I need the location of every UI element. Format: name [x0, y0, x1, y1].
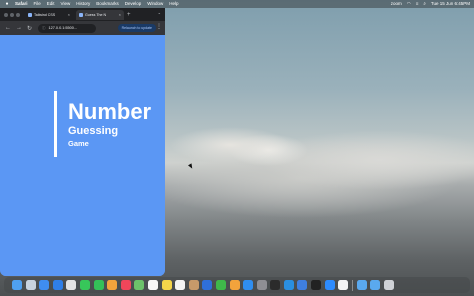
launchpad-icon[interactable] — [25, 280, 36, 290]
close-window-button[interactable] — [4, 12, 8, 17]
settings-icon[interactable] — [256, 280, 267, 290]
title-accent-bar — [54, 91, 57, 157]
minimize-window-button[interactable] — [10, 12, 14, 17]
notion-icon[interactable] — [338, 280, 349, 290]
github-icon[interactable] — [311, 280, 322, 290]
chrome-icon[interactable] — [66, 280, 77, 290]
music-icon[interactable] — [120, 280, 131, 290]
menu-history[interactable]: History — [76, 0, 90, 8]
messages-icon[interactable] — [79, 280, 90, 290]
menu-bookmarks[interactable]: Bookmarks — [96, 0, 119, 8]
window-controls — [4, 12, 22, 17]
trash-icon[interactable] — [384, 280, 395, 290]
reminders-icon[interactable] — [175, 280, 186, 290]
tab-list-chevron-icon[interactable]: ⌄ — [158, 10, 161, 15]
menu-develop[interactable]: Develop — [125, 0, 142, 8]
mail-icon[interactable] — [39, 280, 50, 290]
contacts-icon[interactable] — [188, 280, 199, 290]
folder-icon[interactable] — [356, 280, 367, 290]
dock — [4, 277, 470, 293]
new-tab-button[interactable]: + — [127, 12, 131, 18]
maps-icon[interactable] — [134, 280, 145, 290]
menu-help[interactable]: Help — [169, 0, 178, 8]
menu-view[interactable]: View — [61, 0, 71, 8]
reload-icon[interactable]: ↻ — [27, 25, 32, 32]
vscode-icon[interactable] — [283, 280, 294, 290]
zoom-icon[interactable] — [324, 280, 335, 290]
keynote-icon[interactable] — [202, 280, 213, 290]
browser-toolbar: ← → ↻ ⓘ 127.0.0.1:5500... Relaunch to up… — [0, 21, 165, 35]
tab-label: Guess The N — [85, 12, 107, 17]
menu-window[interactable]: Window — [147, 0, 163, 8]
forward-arrow-icon[interactable]: → — [16, 25, 22, 31]
tab-tailwind[interactable]: Tailwind CSS × — [25, 10, 73, 20]
apple-icon[interactable]: ● — [4, 0, 10, 8]
facetime-icon[interactable] — [93, 280, 104, 290]
page-subtitle: Guessing — [68, 125, 119, 137]
menu-bar: ● Safari File Edit View History Bookmark… — [0, 0, 474, 8]
finder-icon[interactable] — [12, 280, 22, 290]
tab-guess-game[interactable]: Guess The N × — [76, 9, 124, 20]
page-subtitle-2: Game — [68, 139, 89, 148]
wifi-icon[interactable]: ◠ — [407, 0, 411, 8]
page-favicon-icon — [79, 12, 83, 17]
zoom-status-label[interactable]: zoom — [391, 0, 402, 8]
numbers-icon[interactable] — [215, 280, 226, 290]
menu-edit[interactable]: Edit — [47, 0, 55, 8]
tab-label: Tailwind CSS — [34, 12, 56, 17]
back-arrow-icon[interactable]: ← — [5, 25, 11, 31]
close-tab-icon[interactable]: × — [68, 12, 70, 17]
zoom-window-button[interactable] — [16, 12, 20, 17]
calendar-icon[interactable] — [147, 280, 158, 290]
browser-window: Tailwind CSS × Guess The N × + ⌄ ← → ↻ ⓘ… — [0, 8, 165, 276]
relaunch-update-button[interactable]: Relaunch to update — [117, 24, 156, 32]
menu-app-name[interactable]: Safari — [15, 0, 28, 8]
xcode-icon[interactable] — [297, 280, 308, 290]
close-tab-icon[interactable]: × — [119, 12, 121, 17]
more-menu-icon[interactable]: ⋮ — [156, 23, 162, 30]
search-icon[interactable]: ⌕ — [423, 0, 426, 8]
downloads-icon[interactable] — [370, 280, 381, 290]
tailwind-favicon-icon — [28, 12, 32, 17]
menu-file[interactable]: File — [34, 0, 41, 8]
menu-status-area: zoom ◠ ≡ ⌕ Tue 15 Jun 6:45PM — [386, 0, 470, 8]
notes-icon[interactable] — [161, 280, 172, 290]
appstore-icon[interactable] — [243, 280, 254, 290]
address-url: 127.0.0.1:5500... — [48, 26, 78, 30]
safari-icon[interactable] — [52, 280, 63, 290]
page-title: Number — [68, 99, 152, 124]
address-bar[interactable]: ⓘ 127.0.0.1:5500... — [38, 23, 97, 33]
menu-clock[interactable]: Tue 15 Jun 6:45PM — [431, 0, 470, 8]
tab-bar: Tailwind CSS × Guess The N × + ⌄ — [0, 8, 165, 21]
control-center-icon[interactable]: ≡ — [416, 0, 419, 8]
page-content: Number Guessing Game — [0, 35, 165, 276]
pages-icon[interactable] — [229, 280, 240, 290]
photos-icon[interactable] — [107, 280, 118, 290]
site-info-icon[interactable]: ⓘ — [42, 26, 46, 31]
terminal-icon[interactable] — [270, 280, 281, 290]
dock-separator — [351, 279, 353, 291]
